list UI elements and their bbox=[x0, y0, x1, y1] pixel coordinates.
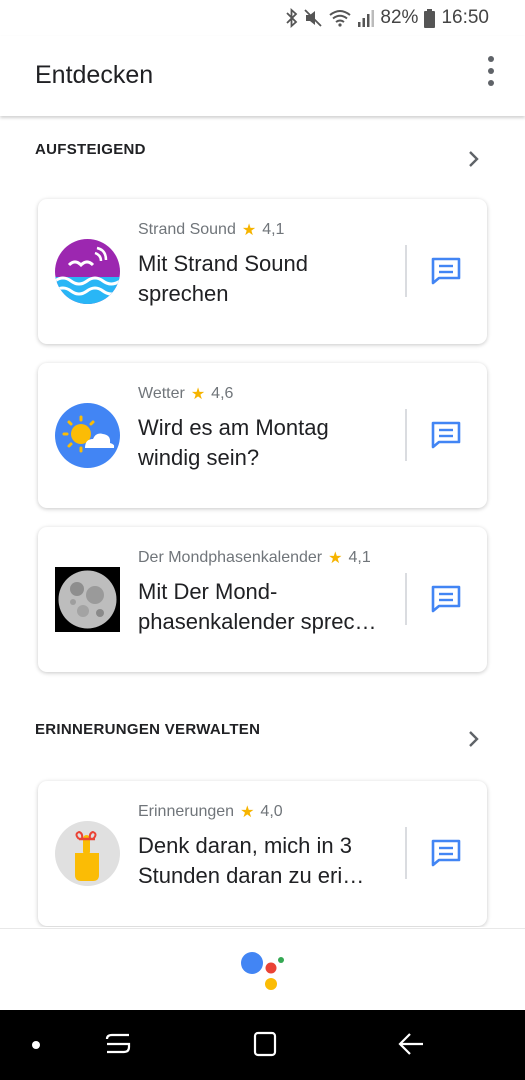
chevron-right-icon[interactable] bbox=[467, 149, 481, 169]
strand-sound-icon bbox=[55, 239, 120, 304]
action-title: Mit Strand Sound sprechen bbox=[138, 251, 308, 306]
action-card[interactable]: Wetter ★ 4,6 Wird es am Montag windig se… bbox=[38, 363, 487, 508]
action-name: Strand Sound bbox=[138, 221, 236, 238]
section-title: AUFSTEIGEND bbox=[35, 141, 146, 158]
action-name: Erinnerungen bbox=[138, 803, 235, 820]
assistant-bar bbox=[0, 928, 525, 1010]
wifi-icon bbox=[328, 9, 352, 27]
card-meta: Strand Sound ★ 4,1 bbox=[138, 220, 284, 240]
action-name: Der Mondphasenkalender bbox=[138, 549, 323, 566]
recent-apps-icon[interactable] bbox=[104, 1030, 132, 1058]
star-icon: ★ bbox=[241, 222, 257, 239]
action-card[interactable]: Erinnerungen ★ 4,0 Denk daran, mich in 3… bbox=[38, 781, 487, 926]
weather-icon bbox=[55, 403, 120, 468]
clock: 16:50 bbox=[441, 7, 489, 28]
divider bbox=[405, 573, 407, 625]
moon-icon bbox=[55, 567, 120, 632]
rating: 4,1 bbox=[262, 221, 285, 238]
battery-icon bbox=[424, 8, 436, 28]
reminder-icon bbox=[55, 821, 120, 886]
chevron-right-icon[interactable] bbox=[467, 729, 481, 749]
star-icon: ★ bbox=[328, 550, 343, 567]
mute-icon bbox=[304, 9, 323, 27]
divider bbox=[405, 827, 407, 879]
discover-list: AUFSTEIGEND Strand Sound ★ 4,1 Mit Stran… bbox=[0, 117, 525, 927]
card-meta: Erinnerungen ★ 4,0 bbox=[138, 802, 283, 822]
action-title: Mit Der Mond- phasenkalender sprec… bbox=[138, 579, 377, 634]
section-header-trending[interactable]: AUFSTEIGEND bbox=[0, 131, 525, 181]
action-title: Wird es am Montag windig sein? bbox=[138, 415, 329, 470]
google-assistant-logo[interactable] bbox=[238, 947, 288, 993]
signal-icon bbox=[358, 9, 375, 27]
section-header-reminders[interactable]: ERINNERUNGEN VERWALTEN bbox=[0, 711, 525, 761]
star-icon: ★ bbox=[190, 386, 206, 403]
overflow-menu-icon[interactable] bbox=[483, 56, 499, 86]
status-bar: 82% 16:50 bbox=[0, 0, 525, 36]
star-icon: ★ bbox=[240, 804, 255, 821]
chat-icon[interactable] bbox=[431, 257, 461, 285]
app-bar: Entdecken bbox=[0, 36, 525, 116]
card-meta: Der Mondphasenkalender ★ 4,1 bbox=[138, 548, 371, 568]
nav-dot-icon[interactable] bbox=[31, 1040, 41, 1050]
home-icon[interactable] bbox=[251, 1030, 279, 1058]
bluetooth-icon bbox=[286, 8, 298, 28]
rating: 4,1 bbox=[348, 549, 371, 566]
chat-icon[interactable] bbox=[431, 585, 461, 613]
rating: 4,6 bbox=[211, 385, 234, 402]
page-title: Entdecken bbox=[35, 61, 154, 89]
system-nav-bar bbox=[0, 1010, 525, 1080]
chat-icon[interactable] bbox=[431, 421, 461, 449]
chat-icon[interactable] bbox=[431, 839, 461, 867]
action-name: Wetter bbox=[138, 385, 185, 402]
action-card[interactable]: Strand Sound ★ 4,1 Mit Strand Sound spre… bbox=[38, 199, 487, 344]
divider bbox=[405, 245, 407, 297]
divider bbox=[405, 409, 407, 461]
card-meta: Wetter ★ 4,6 bbox=[138, 384, 233, 404]
section-title: ERINNERUNGEN VERWALTEN bbox=[35, 721, 261, 738]
battery-percent: 82% bbox=[380, 7, 419, 28]
action-title: Denk daran, mich in 3 Stunden daran zu e… bbox=[138, 833, 365, 888]
action-card[interactable]: Der Mondphasenkalender ★ 4,1 Mit Der Mon… bbox=[38, 527, 487, 672]
rating: 4,0 bbox=[260, 803, 283, 820]
back-icon[interactable] bbox=[397, 1030, 425, 1058]
